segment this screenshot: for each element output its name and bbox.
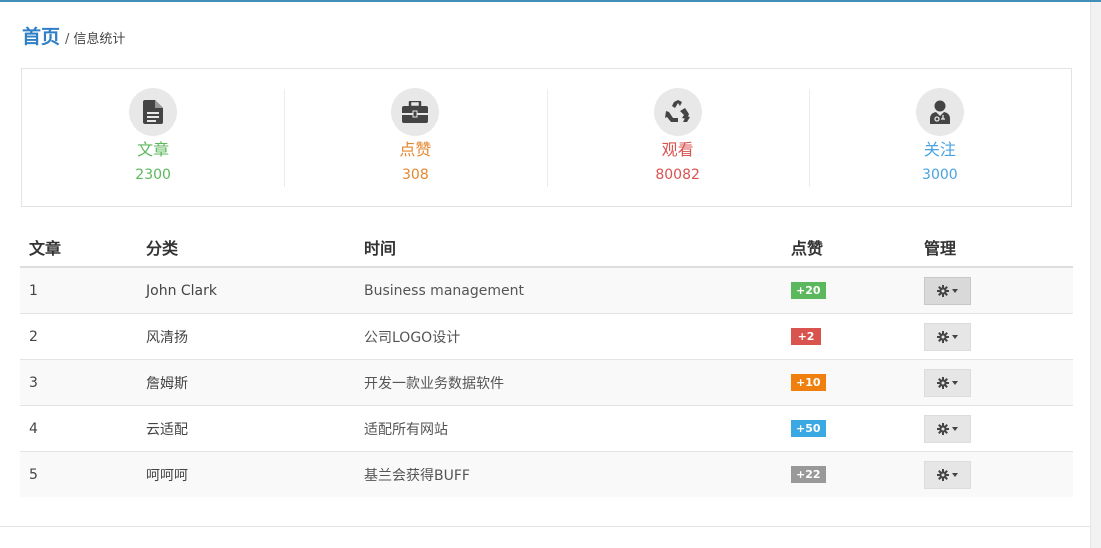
row-category: 风清扬 [137, 313, 355, 360]
caret-down-icon [952, 472, 958, 477]
row-actions-cell [915, 359, 1073, 406]
likes-badge: +22 [791, 466, 826, 483]
stat-value: 3000 [922, 167, 958, 183]
caret-down-icon [952, 380, 958, 385]
stat-views: 观看 80082 [546, 69, 809, 206]
likes-badge: +10 [791, 374, 826, 391]
breadcrumb-current: 信息统计 [73, 32, 126, 47]
gear-icon [937, 422, 949, 435]
row-settings-dropdown-button[interactable] [924, 276, 971, 305]
row-settings-dropdown-button[interactable] [924, 368, 971, 397]
row-settings-dropdown-button[interactable] [924, 322, 971, 351]
breadcrumb: 首页 / 信息统计 [22, 22, 125, 50]
table-row: 5 呵呵呵 基兰会获得BUFF +22 [20, 451, 1073, 497]
caret-down-icon [952, 334, 958, 339]
row-title: Business management [355, 267, 782, 314]
table-row: 2 风清扬 公司LOGO设计 +2 [20, 313, 1073, 360]
articles-table: 文章 分类 时间 点赞 管理 1 John Clark Business manag… [20, 228, 1073, 497]
gear-icon [937, 376, 949, 389]
row-title: 适配所有网站 [355, 405, 782, 452]
file-text-icon [129, 88, 178, 136]
row-number: 4 [20, 405, 137, 452]
breadcrumb-home-link[interactable]: 首页 [22, 22, 60, 49]
likes-badge: +50 [791, 420, 826, 437]
row-likes-cell: +50 [782, 405, 915, 452]
row-actions-cell [915, 451, 1073, 497]
stat-label: 关注 [923, 140, 956, 159]
row-title: 基兰会获得BUFF [355, 451, 782, 497]
row-category: 詹姆斯 [137, 359, 355, 406]
breadcrumb-separator: / [65, 32, 70, 47]
row-likes-cell: +20 [782, 267, 915, 314]
table-row: 4 云适配 适配所有网站 +50 [20, 405, 1073, 452]
gear-icon [937, 468, 949, 481]
stat-label: 点赞 [399, 140, 432, 159]
stat-articles: 文章 2300 [22, 69, 284, 206]
caret-down-icon [952, 288, 958, 293]
row-likes-cell: +10 [782, 359, 915, 406]
column-header: 点赞 [782, 228, 915, 268]
column-header: 文章 [20, 228, 137, 268]
row-title: 开发一款业务数据软件 [355, 359, 782, 406]
row-actions-cell [915, 313, 1073, 360]
gear-icon [937, 330, 949, 343]
row-actions-cell [915, 267, 1073, 314]
stat-label: 文章 [137, 140, 170, 159]
likes-badge: +2 [791, 328, 821, 345]
row-number: 5 [20, 451, 137, 497]
column-header: 分类 [137, 228, 355, 268]
table-header-row: 文章 分类 时间 点赞 管理 [20, 228, 1073, 268]
scrollbar-track[interactable] [1090, 2, 1101, 548]
stats-panel: 文章 2300 点赞 308 观看 80082 关注 3000 [21, 68, 1072, 207]
gear-icon [937, 284, 949, 297]
row-number: 3 [20, 359, 137, 406]
row-settings-dropdown-button[interactable] [924, 460, 971, 489]
user-md-icon [915, 88, 964, 136]
likes-badge: +20 [791, 282, 826, 299]
stat-value: 2300 [135, 167, 171, 183]
row-category: John Clark [137, 267, 355, 314]
column-header: 管理 [915, 228, 1073, 268]
stat-value: 308 [402, 167, 429, 183]
row-likes-cell: +2 [782, 313, 915, 360]
stat-follows: 关注 3000 [808, 69, 1071, 206]
row-number: 2 [20, 313, 137, 360]
stat-label: 观看 [661, 140, 694, 159]
briefcase-icon [391, 88, 440, 136]
row-number: 1 [20, 267, 137, 314]
caret-down-icon [952, 426, 958, 431]
column-header: 时间 [355, 228, 782, 268]
row-likes-cell: +22 [782, 451, 915, 497]
row-category: 云适配 [137, 405, 355, 452]
recycle-icon [653, 88, 702, 136]
row-title: 公司LOGO设计 [355, 313, 782, 360]
row-settings-dropdown-button[interactable] [924, 414, 971, 443]
row-actions-cell [915, 405, 1073, 452]
footer-divider [0, 526, 1090, 527]
table-row: 1 John Clark Business management +20 [20, 267, 1073, 314]
row-category: 呵呵呵 [137, 451, 355, 497]
table-row: 3 詹姆斯 开发一款业务数据软件 +10 [20, 359, 1073, 406]
stat-value: 80082 [655, 167, 700, 183]
stat-likes: 点赞 308 [284, 69, 546, 206]
top-accent-line [0, 0, 1101, 2]
